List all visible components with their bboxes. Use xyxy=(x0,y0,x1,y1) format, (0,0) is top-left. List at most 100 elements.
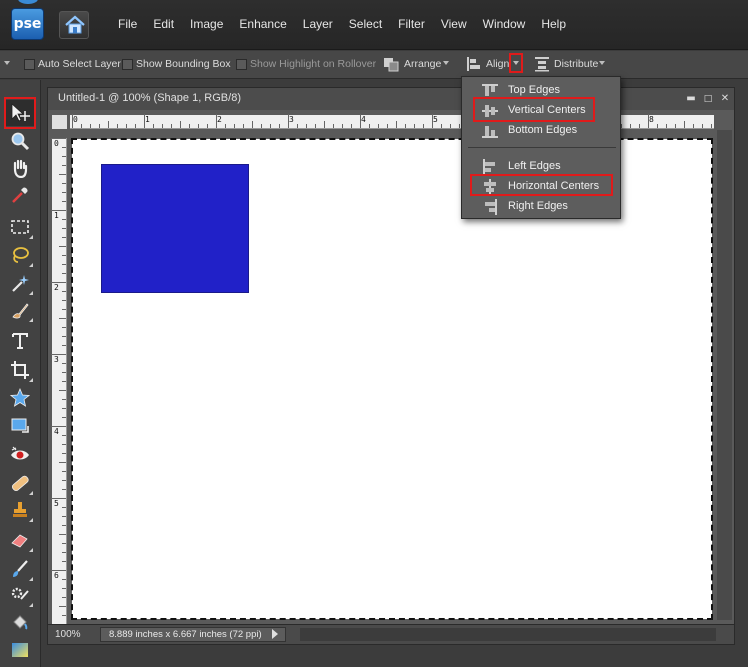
ruler-tick xyxy=(62,156,66,157)
ruler-tick xyxy=(153,124,154,128)
hand-tool[interactable] xyxy=(6,155,34,181)
ruler-tick xyxy=(243,124,244,128)
cookie-cutter-tool[interactable] xyxy=(6,385,34,411)
ruler-tick xyxy=(62,309,66,310)
eyedropper-tool[interactable] xyxy=(6,182,34,208)
healing-brush-tool[interactable] xyxy=(6,470,34,496)
gradient-tool[interactable] xyxy=(6,637,34,663)
ruler-tick xyxy=(657,124,658,128)
ruler-tick xyxy=(351,124,352,128)
options-menu-chevron-icon[interactable] xyxy=(4,61,10,65)
ruler-tick xyxy=(675,124,676,128)
menu-file[interactable]: File xyxy=(110,17,145,31)
align-bottom-edges[interactable]: Bottom Edges xyxy=(462,120,620,140)
horizontal-scrollbar[interactable] xyxy=(300,628,716,641)
status-menu-arrow-icon[interactable] xyxy=(272,629,278,639)
ruler-label: 6 xyxy=(54,571,59,580)
vertical-ruler[interactable]: 0 1 2 3 4 5 6 xyxy=(51,138,67,628)
tool-more-indicator xyxy=(29,577,33,581)
align-right-icon xyxy=(485,199,497,215)
arrange-button[interactable]: Arrange xyxy=(404,58,441,70)
menu-help[interactable]: Help xyxy=(533,17,574,31)
document-title: Untitled-1 @ 100% (Shape 1, RGB/8) xyxy=(58,92,241,104)
blue-rectangle-shape[interactable] xyxy=(101,164,249,293)
menu-separator xyxy=(468,147,616,148)
vertical-scrollbar[interactable] xyxy=(717,130,732,620)
ruler-tick xyxy=(369,124,370,128)
show-highlight-checkbox[interactable] xyxy=(236,59,247,70)
arrange-chevron-icon[interactable] xyxy=(443,61,449,65)
vertical-centers-highlight xyxy=(473,97,595,122)
ruler-tick xyxy=(62,480,66,481)
ruler-tick xyxy=(126,124,127,128)
align-button[interactable]: Align xyxy=(486,58,509,70)
ruler-tick xyxy=(62,300,66,301)
distribute-button[interactable]: Distribute xyxy=(554,58,598,70)
type-tool[interactable] xyxy=(6,328,34,354)
ruler-tick xyxy=(432,114,433,128)
ruler-tick xyxy=(62,588,66,589)
show-bounding-box-checkbox[interactable] xyxy=(122,59,133,70)
home-button[interactable] xyxy=(59,11,89,39)
ruler-tick xyxy=(162,124,163,128)
align-right-edges[interactable]: Right Edges xyxy=(462,196,620,216)
zoom-level[interactable]: 100% xyxy=(55,629,81,640)
menu-image[interactable]: Image xyxy=(182,17,231,31)
align-left-edges[interactable]: Left Edges xyxy=(462,156,620,176)
ruler-tick xyxy=(702,124,703,128)
ruler-tick xyxy=(342,124,343,128)
brush-tool[interactable] xyxy=(6,556,34,582)
auto-select-layer-checkbox[interactable] xyxy=(24,59,35,70)
menu-select[interactable]: Select xyxy=(341,17,390,31)
paint-bucket-tool[interactable] xyxy=(6,610,34,636)
ruler-tick xyxy=(693,124,694,128)
type-icon xyxy=(12,333,28,349)
ruler-tick xyxy=(144,114,145,128)
recompose-tool[interactable] xyxy=(6,413,34,439)
ruler-tick xyxy=(72,114,73,128)
ruler-tick xyxy=(324,121,325,128)
menu-bar: pse File Edit Image Enhance Layer Select… xyxy=(0,0,748,50)
ruler-tick xyxy=(62,183,66,184)
zoom-tool[interactable] xyxy=(6,128,34,154)
align-left-edges-label: Left Edges xyxy=(508,160,561,172)
tool-more-indicator xyxy=(29,378,33,382)
ruler-label: 4 xyxy=(54,427,59,436)
photoshop-elements-window: pse File Edit Image Enhance Layer Select… xyxy=(0,0,748,667)
menu-window[interactable]: Window xyxy=(475,17,534,31)
menu-enhance[interactable]: Enhance xyxy=(231,17,294,31)
ruler-tick xyxy=(450,124,451,128)
ruler-tick xyxy=(279,124,280,128)
ruler-tick xyxy=(62,579,66,580)
brush-selection-tool[interactable] xyxy=(6,297,34,323)
minimize-button[interactable]: ▬ xyxy=(686,94,696,104)
arrange-icon[interactable] xyxy=(383,56,399,72)
tool-options-bar: Auto Select Layer Show Bounding Box Show… xyxy=(0,51,748,79)
red-eye-tool[interactable] xyxy=(6,442,34,468)
close-button[interactable]: ✕ xyxy=(720,94,730,104)
menu-layer[interactable]: Layer xyxy=(295,17,341,31)
distribute-icon[interactable] xyxy=(534,56,550,72)
menu-view[interactable]: View xyxy=(433,17,475,31)
tool-more-indicator xyxy=(29,603,33,607)
eraser-tool[interactable] xyxy=(6,527,34,553)
ruler-tick xyxy=(459,124,460,128)
magic-wand-tool[interactable] xyxy=(6,270,34,296)
ruler-tick xyxy=(51,498,66,499)
menu-filter[interactable]: Filter xyxy=(390,17,433,31)
distribute-chevron-icon[interactable] xyxy=(599,61,605,65)
bandage-icon xyxy=(12,475,29,492)
maximize-button[interactable]: □ xyxy=(703,94,713,104)
menu-edit[interactable]: Edit xyxy=(145,17,182,31)
lasso-tool[interactable] xyxy=(6,242,34,268)
smart-brush-tool[interactable] xyxy=(6,582,34,608)
ruler-tick xyxy=(396,121,397,128)
align-icon[interactable] xyxy=(466,56,482,72)
crop-tool[interactable] xyxy=(6,357,34,383)
pse-logo: pse xyxy=(11,8,44,40)
marquee-tool[interactable] xyxy=(6,214,34,240)
ruler-tick xyxy=(441,124,442,128)
clone-stamp-tool[interactable] xyxy=(6,497,34,523)
ruler-label: 1 xyxy=(54,211,59,220)
document-tab[interactable]: Untitled-1 @ 100% (Shape 1, RGB/8) ▬ □ ✕ xyxy=(48,88,734,110)
